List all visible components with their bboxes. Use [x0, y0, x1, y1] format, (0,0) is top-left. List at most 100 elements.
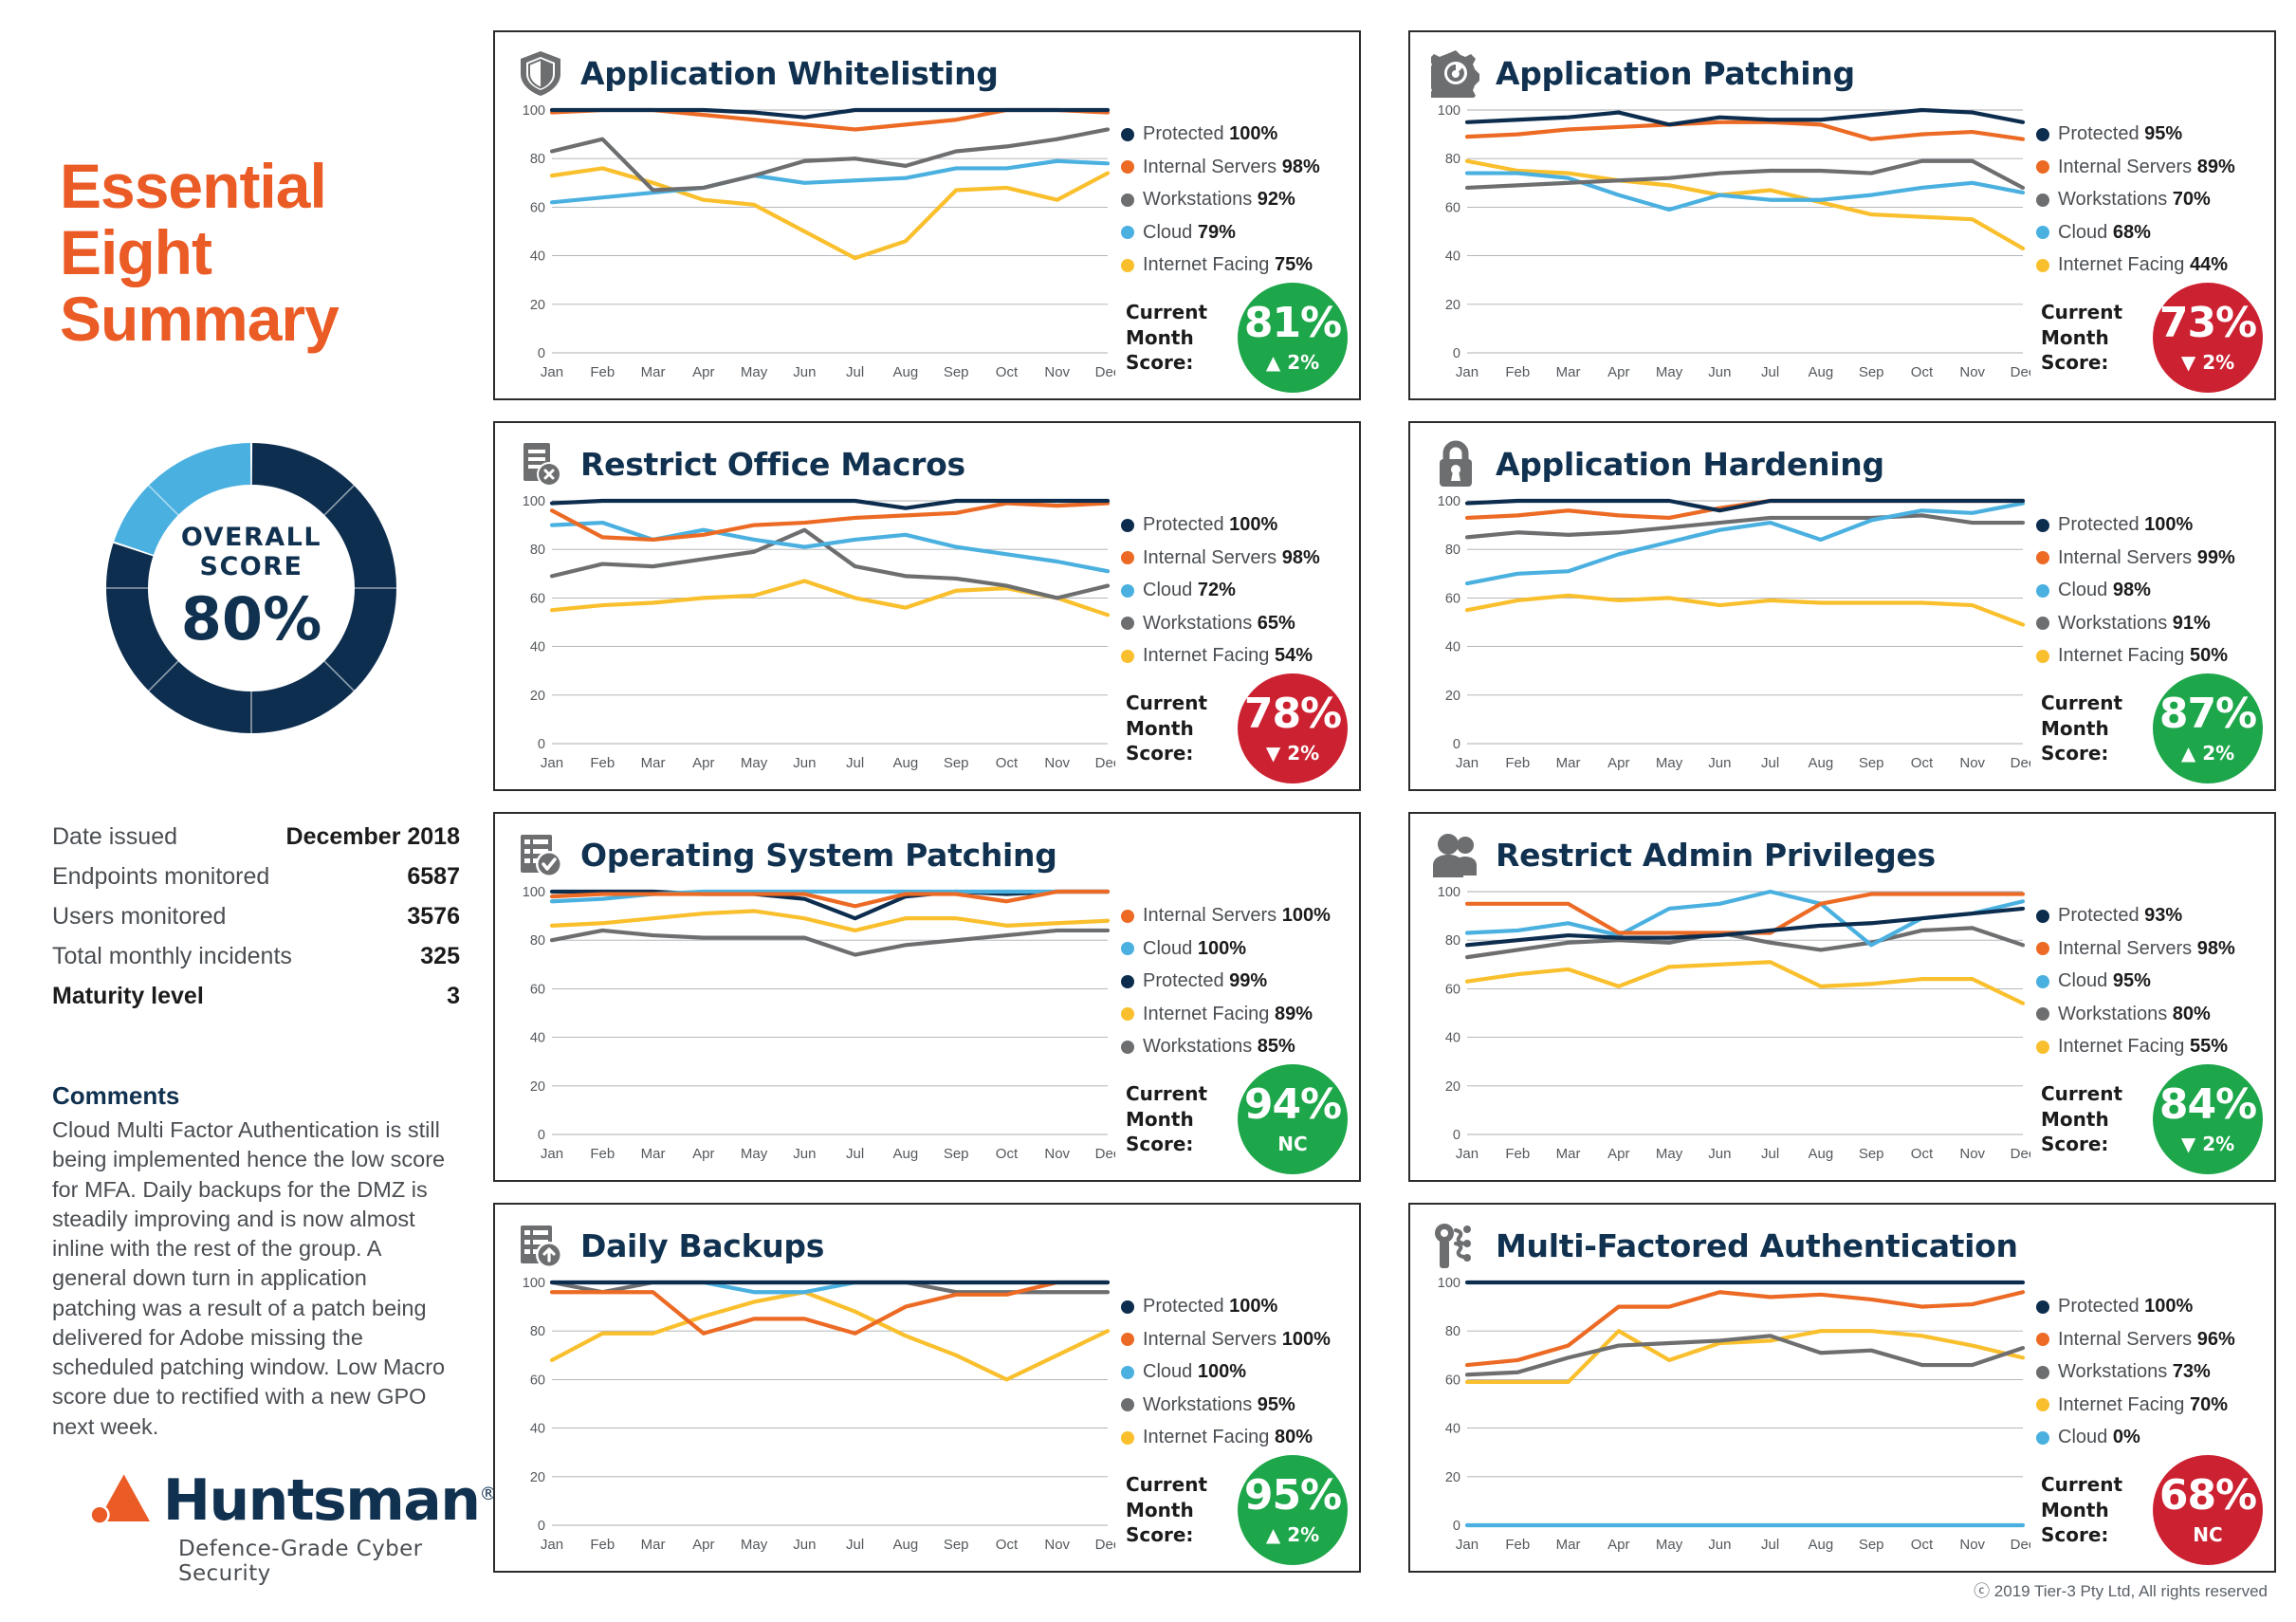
y-tick-label: 0: [538, 1128, 545, 1143]
legend-series-name: Internet Facing: [1143, 645, 1270, 666]
legend-series-value: 99%: [1229, 970, 1268, 991]
x-tick-label: Jul: [1761, 1146, 1779, 1162]
panel-header: Application Patching: [1410, 32, 2274, 101]
x-tick-label: Jun: [793, 755, 816, 771]
y-tick-label: 20: [530, 298, 545, 313]
x-tick-label: Jan: [1456, 755, 1479, 771]
legend-series-name: Protected: [2058, 905, 2140, 926]
current-month-score: Current Month Score: 78% ▼ 2%: [1101, 672, 1348, 785]
legend-series-value: 98%: [2112, 580, 2151, 600]
legend-item: Cloud 0%: [2036, 1427, 2273, 1448]
series-line-internal-servers: [1464, 120, 2026, 141]
legend-series-value: 95%: [2112, 970, 2151, 991]
panel-title: Daily Backups: [580, 1226, 825, 1264]
panel-body: 0 20 40 60 80 100 Jan Feb Mar Apr May Jun Jul Aug Sep O…: [1410, 101, 2274, 400]
panel-title: Multi-Factored Authentication: [1496, 1226, 2018, 1264]
panel-title: Application Patching: [1496, 54, 1855, 92]
legend-label: Cloud 72%: [1143, 580, 1236, 601]
panel-header: Restrict Office Macros: [495, 423, 1359, 491]
score-percent: 87%: [2158, 689, 2257, 738]
legend-item: Internal Servers 98%: [1121, 547, 1358, 569]
x-tick-label: Oct: [1911, 364, 1934, 380]
legend-color-dot: [1121, 1430, 1134, 1445]
x-tick-label: Jan: [541, 1146, 563, 1162]
legend-item: Workstations 65%: [1121, 613, 1358, 635]
x-tick-label: Mar: [641, 1146, 666, 1162]
score-badge: 78% ▼ 2%: [1238, 673, 1348, 783]
x-tick-label: May: [741, 1146, 768, 1162]
y-tick-label: 100: [523, 1276, 545, 1291]
legend-color-dot: [2036, 1007, 2049, 1021]
legend-color-dot: [2036, 909, 2049, 923]
score-percent: 78%: [1243, 689, 1342, 738]
score-label: Current Month Score:: [1126, 691, 1208, 765]
legend-item: Internet Facing 44%: [2036, 254, 2273, 276]
legend-item: Cloud 72%: [1121, 580, 1358, 601]
legend-color-dot: [1121, 617, 1134, 630]
score-percent: 73%: [2158, 298, 2257, 347]
score-percent: 94%: [1243, 1079, 1342, 1129]
x-tick-label: Jul: [846, 1146, 864, 1162]
y-tick-label: 0: [1453, 1519, 1460, 1534]
page-title-line1: Essential: [60, 151, 327, 221]
score-delta: ▲ 2%: [1265, 350, 1320, 374]
y-tick-label: 80: [530, 543, 545, 558]
legend-series-name: Internet Facing: [1143, 1003, 1270, 1024]
legend-label: Internet Facing 89%: [1143, 1004, 1313, 1025]
y-tick-label: 100: [1438, 885, 1460, 900]
panel-header: Multi-Factored Authentication: [1410, 1205, 2274, 1273]
line-chart: 0 20 40 60 80 100 Jan Feb Mar Apr May Jun Jul Aug Sep O…: [523, 1276, 1115, 1553]
legend-label: Workstations 95%: [1143, 1394, 1295, 1416]
legend-series-value: 85%: [1257, 1036, 1295, 1057]
legend-series-value: 80%: [1274, 1427, 1313, 1447]
legend-series-name: Workstations: [1143, 1036, 1253, 1057]
legend-item: Cloud 100%: [1121, 938, 1358, 960]
panel-header: Daily Backups: [495, 1205, 1359, 1273]
x-tick-label: Oct: [1911, 1537, 1934, 1553]
legend-label: Cloud 100%: [1143, 938, 1246, 960]
x-tick-label: Jul: [846, 1537, 864, 1553]
y-tick-label: 40: [1445, 1422, 1460, 1437]
score-label: Current Month Score:: [2041, 691, 2123, 765]
y-tick-label: 40: [530, 249, 545, 265]
legend-item: Internal Servers 99%: [2036, 547, 2273, 569]
chart-legend: Protected 100% Internal Servers 96% Workst…: [2036, 1296, 2273, 1460]
legend-color-dot: [2036, 1299, 2049, 1314]
legend-series-name: Internet Facing: [2058, 254, 2185, 275]
legend-series-name: Internal Servers: [1143, 156, 1277, 177]
legend-label: Internal Servers 98%: [1143, 157, 1320, 178]
legend-series-name: Internal Servers: [1143, 546, 1277, 568]
y-tick-label: 20: [1445, 298, 1460, 313]
legend-color-dot: [1121, 909, 1134, 923]
legend-color-dot: [1121, 226, 1134, 239]
x-tick-label: Nov: [1044, 755, 1070, 771]
y-tick-label: 80: [530, 1324, 545, 1339]
legend-color-dot: [1121, 649, 1134, 663]
legend-series-value: 100%: [1197, 1361, 1246, 1382]
panel-body: 0 20 40 60 80 100 Jan Feb Mar Apr May Jun Jul Aug Sep O…: [495, 491, 1359, 791]
left-sidebar: Essential Eight Summary OVERALL SCORE 80…: [52, 0, 497, 1622]
score-percent: 68%: [2158, 1470, 2257, 1520]
x-tick-label: Sep: [944, 1537, 969, 1553]
x-tick-label: Sep: [1859, 755, 1884, 771]
legend-series-name: Cloud: [1143, 580, 1193, 600]
x-tick-label: Feb: [1505, 755, 1530, 771]
series-line-internet-facing: [549, 909, 1111, 933]
logo-wordmark: Huntsman®: [162, 1467, 498, 1534]
x-tick-label: Apr: [1607, 755, 1629, 771]
y-tick-label: 0: [1453, 737, 1460, 752]
legend-series-name: Workstations: [1143, 189, 1253, 210]
x-tick-label: Aug: [893, 364, 919, 380]
score-delta: ▲ 2%: [2180, 741, 2235, 765]
chart-legend: Protected 95% Internal Servers 89% Worksta…: [2036, 123, 2273, 287]
legend-label: Protected 100%: [2058, 514, 2193, 536]
score-percent: 95%: [1243, 1470, 1342, 1520]
x-tick-label: Mar: [1556, 1537, 1581, 1553]
x-tick-label: May: [741, 1537, 768, 1553]
x-tick-label: Nov: [1959, 1537, 1985, 1553]
legend-series-value: 95%: [1257, 1393, 1295, 1415]
score-label: Current Month Score:: [2041, 301, 2123, 375]
legend-item: Internal Servers 89%: [2036, 157, 2273, 178]
panel-header: Restrict Admin Privileges: [1410, 814, 2274, 882]
y-tick-label: 100: [1438, 103, 1460, 119]
